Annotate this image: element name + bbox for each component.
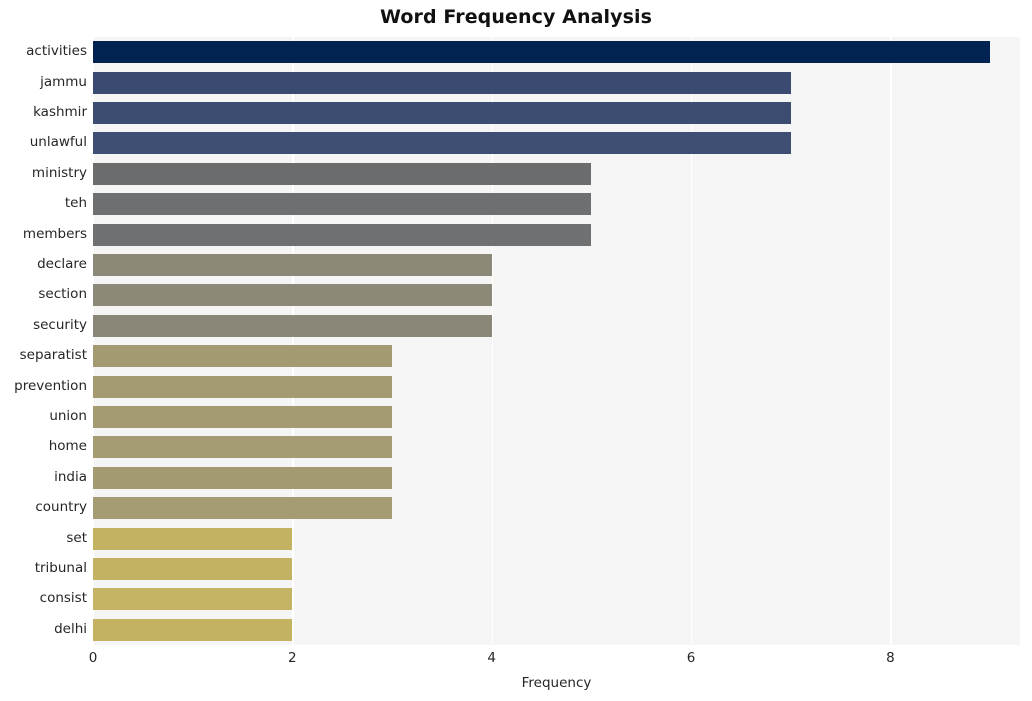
y-tick-label-jammu: jammu xyxy=(40,73,87,90)
y-tick-label-union: union xyxy=(49,408,87,424)
chart-figure: Word Frequency Analysis activities jammu k… xyxy=(0,0,1032,701)
y-tick-label-delhi: delhi xyxy=(54,620,87,637)
bar-row xyxy=(93,406,1020,428)
y-tick-label-consist: consist xyxy=(39,590,87,607)
y-tick-label-separatist: separatist xyxy=(19,347,87,364)
bar-row xyxy=(93,162,1020,185)
plot-area xyxy=(93,37,1020,645)
bar-row xyxy=(93,345,1020,368)
bar-jammu[interactable] xyxy=(93,71,791,94)
x-tick-label-6: 6 xyxy=(686,650,696,666)
bar-row xyxy=(93,618,1020,641)
bar-row xyxy=(93,436,1020,459)
x-tick-label-0: 0 xyxy=(88,650,98,666)
y-tick-label-prevention: prevention xyxy=(14,377,87,394)
y-tick-label-ministry: ministry xyxy=(31,164,87,181)
bar-union[interactable] xyxy=(93,406,393,428)
bar-activities[interactable] xyxy=(93,41,991,64)
y-tick-label-security: security xyxy=(33,316,87,333)
x-tick-label-4: 4 xyxy=(487,650,496,666)
bar-members[interactable] xyxy=(93,223,592,246)
bar-row xyxy=(93,588,1020,611)
y-tick-label-members: members xyxy=(22,225,87,242)
bar-prevention[interactable] xyxy=(93,375,393,398)
y-tick-label-kashmir: kashmir xyxy=(33,104,87,120)
bar-row xyxy=(93,527,1020,550)
y-tick-label-set: set xyxy=(66,529,87,546)
y-tick-label-home: home xyxy=(48,438,87,455)
bar-section[interactable] xyxy=(93,284,492,307)
bar-home[interactable] xyxy=(93,436,393,459)
chart-title: Word Frequency Analysis xyxy=(379,6,653,28)
bar-india[interactable] xyxy=(93,466,393,489)
x-tick-label-2: 2 xyxy=(288,650,297,666)
bar-teh[interactable] xyxy=(93,193,592,216)
y-tick-label-declare: declare xyxy=(37,256,87,272)
bar-row xyxy=(93,223,1020,246)
y-tick-label-tribunal: tribunal xyxy=(34,560,87,576)
bar-consist[interactable] xyxy=(93,588,293,611)
x-axis-tick-labels: 0 2 4 6 8 xyxy=(0,650,1032,672)
bar-ministry[interactable] xyxy=(93,162,592,185)
bar-row xyxy=(93,284,1020,307)
bar-row xyxy=(93,558,1020,580)
bar-row xyxy=(93,132,1020,155)
bar-row xyxy=(93,71,1020,94)
bar-separatist[interactable] xyxy=(93,345,393,368)
y-tick-label-india: india xyxy=(54,468,87,485)
bar-row xyxy=(93,314,1020,337)
bar-row xyxy=(93,102,1020,124)
y-tick-label-country: country xyxy=(35,499,87,516)
y-tick-label-teh: teh xyxy=(64,195,87,212)
bar-row xyxy=(93,375,1020,398)
y-tick-label-activities: activities xyxy=(26,43,87,60)
bar-declare[interactable] xyxy=(93,254,492,276)
x-tick-label-8: 8 xyxy=(886,650,895,666)
bar-row xyxy=(93,41,1020,64)
bar-row xyxy=(93,254,1020,276)
bar-series xyxy=(93,37,1020,645)
bar-tribunal[interactable] xyxy=(93,558,293,580)
bar-row xyxy=(93,497,1020,520)
bar-row xyxy=(93,466,1020,489)
bar-row xyxy=(93,193,1020,216)
y-axis-tick-labels: activities jammu kashmir unlawful ministry te… xyxy=(0,37,87,645)
x-axis-title: Frequency xyxy=(521,675,592,691)
y-tick-label-section: section xyxy=(38,286,87,303)
bar-set[interactable] xyxy=(93,527,293,550)
y-tick-label-unlawful: unlawful xyxy=(29,134,87,151)
bar-security[interactable] xyxy=(93,314,492,337)
bar-delhi[interactable] xyxy=(93,618,293,641)
bar-kashmir[interactable] xyxy=(93,102,791,124)
bar-country[interactable] xyxy=(93,497,393,520)
bar-unlawful[interactable] xyxy=(93,132,791,155)
